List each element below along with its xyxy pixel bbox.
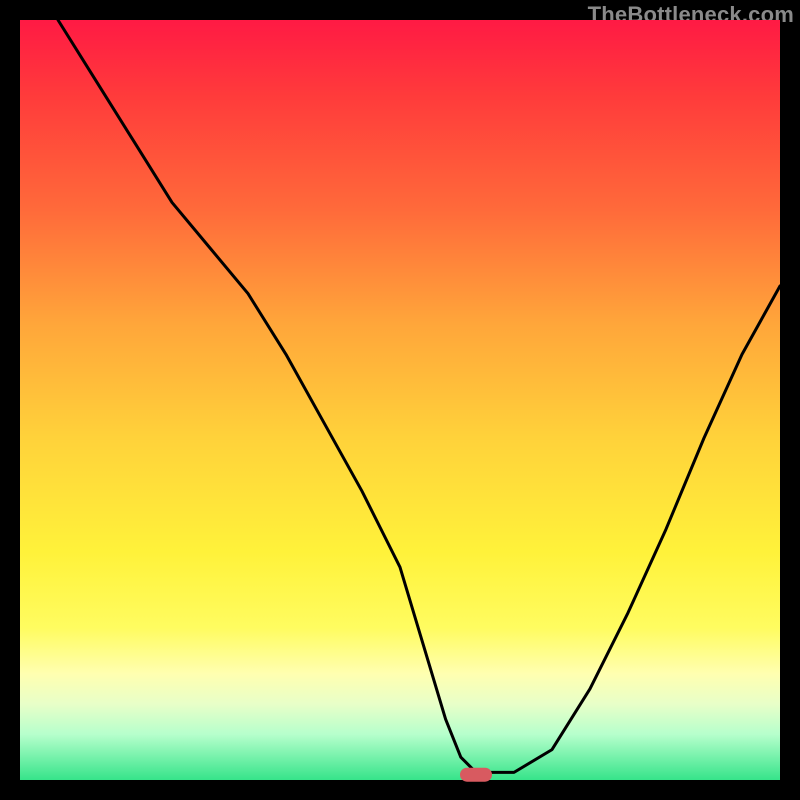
- bottleneck-curve: [58, 20, 780, 772]
- chart-svg: [20, 20, 780, 780]
- chart-frame: TheBottleneck.com: [0, 0, 800, 800]
- optimal-marker: [460, 768, 492, 782]
- plot-area: [20, 20, 780, 780]
